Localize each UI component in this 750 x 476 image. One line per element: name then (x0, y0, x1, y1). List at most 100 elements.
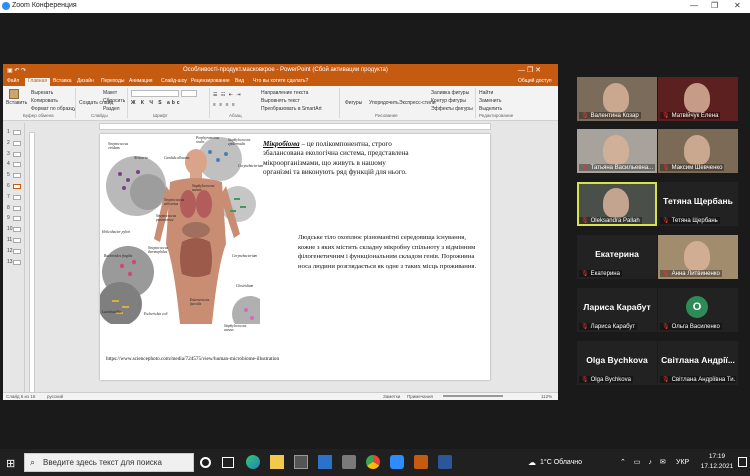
slide-thumbnail[interactable] (13, 173, 21, 179)
shape-fill-button[interactable]: Заливка фигуры (431, 90, 469, 96)
slide-thumbnail[interactable] (13, 194, 21, 200)
slide-number[interactable]: 9 (7, 215, 10, 221)
tab-insert[interactable]: Вставка (53, 78, 72, 84)
comments-button[interactable]: Примечания (407, 394, 433, 399)
clock-date[interactable]: 17.12.2021 (700, 463, 734, 470)
keyboard-language[interactable]: УКР (676, 459, 689, 466)
file-explorer-icon[interactable] (270, 455, 284, 469)
shape-effects-button[interactable]: Эффекты фигуры (431, 106, 473, 112)
tell-me-search[interactable]: Что вы хотите сделать? (253, 78, 308, 84)
slide-number[interactable]: 12 (7, 248, 13, 254)
slide-thumbnail[interactable] (13, 205, 21, 211)
slide-number[interactable]: 1 (7, 129, 10, 135)
chrome-icon[interactable] (366, 455, 380, 469)
paste-button[interactable]: Вставить (6, 100, 27, 106)
taskbar-search-box[interactable]: ⌕ Введите здесь текст для поиска (24, 453, 194, 472)
slide-thumbnail[interactable] (13, 162, 21, 168)
text-direction-button[interactable]: Направление текста (261, 90, 308, 96)
zoom-level[interactable]: 112% (541, 394, 552, 399)
paragraph-buttons-icon[interactable]: ☰ ☷ ⇤ ⇥ (213, 92, 242, 98)
edge-icon[interactable] (246, 455, 260, 469)
participant-tile[interactable]: 🎙 Валентина Козар (577, 77, 657, 121)
font-size-select[interactable] (181, 90, 197, 97)
align-buttons-icon[interactable]: ≡ ≡ ≡ ≡ (213, 102, 236, 108)
store-icon[interactable] (294, 455, 308, 469)
weather-icon[interactable]: ☁ (528, 458, 536, 467)
slide-source-link[interactable]: https://www.sciencephoto.com/media/72457… (106, 356, 306, 363)
tab-file[interactable]: Файл (7, 78, 19, 84)
select-button[interactable]: Выделить (479, 106, 502, 112)
zoom-slider[interactable] (443, 395, 503, 397)
task-view-icon[interactable] (222, 457, 234, 468)
weather-text[interactable]: 1°C Облачно (540, 459, 582, 466)
shapes-button[interactable]: Фигуры (345, 100, 362, 106)
layout-button[interactable]: Макет (103, 90, 117, 96)
slide-number[interactable]: 2 (7, 140, 10, 146)
slide-number[interactable]: 6 (7, 183, 10, 189)
font-format-buttons-icon[interactable]: Ж К Ч S abc (131, 100, 182, 106)
close-button[interactable]: ✕ (734, 1, 741, 10)
slide-number[interactable]: 4 (7, 161, 10, 167)
cortana-icon[interactable] (200, 457, 211, 468)
minimize-button[interactable]: — (690, 1, 698, 10)
participant-tile[interactable]: 🎙 Матвійчук Елена (658, 77, 738, 121)
replace-button[interactable]: Заменить (479, 98, 501, 104)
participant-tile[interactable]: Екатерина 🎙 Екатерина (577, 235, 657, 279)
participant-tile[interactable]: Лариса Карабут 🎙 Лариса Карабут (577, 288, 657, 332)
participant-tile[interactable]: 🎙 Анна Литвиненко (658, 235, 738, 279)
notes-button[interactable]: Заметки (383, 394, 400, 399)
font-name-select[interactable] (131, 90, 179, 97)
tab-animations[interactable]: Анимация (129, 78, 152, 84)
participant-tile[interactable]: Тетяна Щербань 🎙 Тетяна Щербань (658, 182, 738, 226)
slide-number[interactable]: 11 (7, 237, 12, 243)
clock-time[interactable]: 17:19 (700, 453, 734, 460)
slide-thumbnail[interactable] (13, 184, 21, 189)
arrange-button[interactable]: Упорядочить (369, 100, 399, 106)
slide-number[interactable]: 3 (7, 151, 10, 157)
tab-view[interactable]: Вид (235, 78, 244, 84)
participant-tile[interactable]: 🎙 Максим Шевченко (658, 129, 738, 173)
slide-number[interactable]: 5 (7, 172, 10, 178)
slide-canvas[interactable]: Streptococcus viridans Neisseria Candida a… (100, 134, 490, 380)
find-button[interactable]: Найти (479, 90, 493, 96)
tab-design[interactable]: Дизайн (77, 78, 94, 84)
tab-home[interactable]: Главная (25, 78, 51, 86)
save-icon[interactable]: ▣ ↶ ↷ (7, 67, 26, 74)
language-indicator[interactable]: русский (47, 394, 63, 399)
participant-tile[interactable]: O 🎙 Ольга Василенко (658, 288, 738, 332)
slide-definition-text[interactable]: Мікробіома – це полікомпонентна, строго … (263, 140, 409, 177)
slide-thumbnail[interactable] (13, 259, 21, 265)
slide-thumbnail[interactable] (13, 238, 21, 243)
participant-tile[interactable]: Olga Bychkova 🎙 Olga Bychkova (577, 341, 657, 385)
slide-number[interactable]: 8 (7, 205, 10, 211)
zoom-taskbar-icon[interactable] (390, 455, 404, 469)
windows-start-icon[interactable]: ⊞ (6, 457, 15, 470)
participant-tile[interactable]: Світлана Андрії... 🎙 Світлана Андріївна Ти… (658, 341, 738, 385)
tab-slideshow[interactable]: Слайд-шоу (161, 78, 187, 84)
notifications-icon[interactable] (738, 457, 747, 467)
slide-thumbnail[interactable] (13, 227, 21, 233)
copy-button[interactable]: Копировать (31, 98, 58, 104)
section-button[interactable]: Раздел (103, 106, 120, 112)
slide-number[interactable]: 10 (7, 226, 13, 232)
participant-tile[interactable]: 🎙 Oleksandra Pallah (577, 182, 657, 226)
share-button[interactable]: Общий доступ (518, 78, 552, 84)
slide-number[interactable]: 7 (7, 194, 10, 200)
slide-thumbnail[interactable] (13, 130, 21, 135)
slide-thumbnail[interactable] (13, 140, 21, 146)
word-taskbar-icon[interactable] (438, 455, 452, 469)
align-text-button[interactable]: Выровнять текст (261, 98, 300, 104)
mail-icon[interactable] (318, 455, 332, 469)
slide-number[interactable]: 13 (7, 259, 13, 265)
tab-review[interactable]: Рецензирование (191, 78, 230, 84)
cut-button[interactable]: Вырезать (31, 90, 53, 96)
app-icon[interactable] (342, 455, 356, 469)
tab-transitions[interactable]: Переходы (101, 78, 124, 84)
participant-tile[interactable]: 🎙 Татьяна Васильевна... (577, 129, 657, 173)
slide-body-text[interactable]: Людське тіло охоплює різноманітні середо… (298, 233, 484, 271)
shape-outline-button[interactable]: Контур фигуры (431, 98, 466, 104)
smartart-button[interactable]: Преобразовать в SmartArt (261, 106, 322, 112)
slide-thumbnail[interactable] (13, 216, 21, 222)
tray-icons[interactable]: ⌃ ▭ ♪ ✉ (620, 458, 669, 466)
powerpoint-taskbar-icon[interactable] (414, 455, 428, 469)
